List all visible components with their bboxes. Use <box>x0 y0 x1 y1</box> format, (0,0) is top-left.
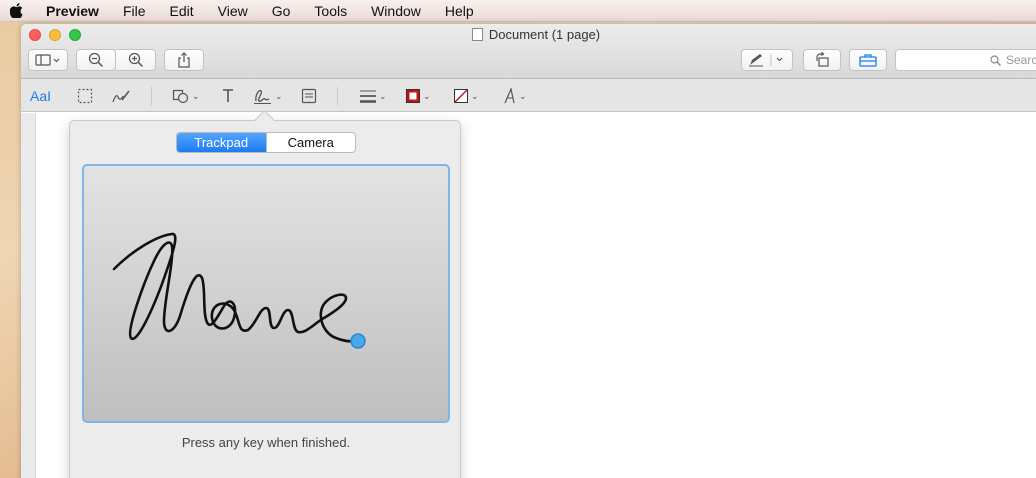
share-icon <box>178 52 190 68</box>
pen-icon <box>749 54 783 67</box>
zoom-in-icon <box>128 52 143 68</box>
rect-selection-tool[interactable] <box>77 86 93 106</box>
window-title: Document (1 page) <box>21 27 1036 42</box>
zoom-out-button[interactable] <box>76 49 116 71</box>
title-bar: Document (1 page) Searc <box>21 24 1036 79</box>
note-icon <box>301 88 317 104</box>
sketch-tool[interactable] <box>111 86 131 106</box>
signature-hint: Press any key when finished. <box>181 435 351 450</box>
rotate-icon <box>816 52 829 67</box>
tab-camera[interactable]: Camera <box>265 133 356 152</box>
line-style-tool[interactable]: ⌄ <box>359 86 387 106</box>
font-style-tool[interactable]: ⌄ <box>503 86 527 106</box>
signature-trackpad-area[interactable] <box>82 164 450 423</box>
toolbar-divider <box>151 87 152 105</box>
menu-go[interactable]: Go <box>260 0 303 22</box>
markup-toolbar-button[interactable] <box>849 49 887 71</box>
sidebar-icon <box>35 54 60 66</box>
tab-trackpad[interactable]: Trackpad <box>177 133 266 152</box>
text-selection-tool[interactable]: AaI <box>30 86 51 106</box>
sidebar-toggle-button[interactable] <box>28 49 68 71</box>
text-selection-label: AaI <box>30 88 52 104</box>
zoom-out-icon <box>88 52 104 68</box>
preview-window: Document (1 page) Searc AaI ⌄ ⌄ ⌄ ⌄ ⌄ ⌄ … <box>21 24 1036 478</box>
page-edge <box>21 113 36 478</box>
font-icon <box>504 88 515 104</box>
text-icon <box>223 89 233 102</box>
signature-icon <box>254 89 271 104</box>
fill-color-icon <box>454 89 468 103</box>
search-input[interactable]: Search <box>895 49 1036 71</box>
share-button[interactable] <box>164 49 204 71</box>
markup-pen-button[interactable] <box>741 49 793 71</box>
line-style-icon <box>360 90 376 103</box>
menu-app-name[interactable]: Preview <box>32 0 111 22</box>
toolbar-divider <box>337 87 338 105</box>
menu-edit[interactable]: Edit <box>158 0 206 22</box>
note-tool[interactable] <box>301 86 317 106</box>
signature-tool[interactable]: ⌄ <box>253 86 283 106</box>
menu-file[interactable]: File <box>111 0 158 22</box>
menu-view[interactable]: View <box>206 0 260 22</box>
border-color-icon <box>406 89 420 103</box>
toolbox-icon <box>859 54 877 67</box>
menu-tools[interactable]: Tools <box>302 0 359 22</box>
sketch-icon <box>112 90 130 103</box>
apple-menu-icon[interactable] <box>0 0 32 22</box>
chevron-down-icon: ⌄ <box>471 90 479 101</box>
chevron-down-icon: ⌄ <box>192 90 200 101</box>
document-icon <box>471 28 483 41</box>
pen-cursor-dot <box>350 333 366 349</box>
shapes-tool[interactable]: ⌄ <box>172 86 200 106</box>
menu-bar: Preview File Edit View Go Tools Window H… <box>0 0 1036 22</box>
markup-toolbar: AaI ⌄ ⌄ ⌄ ⌄ ⌄ ⌄ <box>21 79 1036 112</box>
zoom-in-button[interactable] <box>116 49 156 71</box>
rotate-button[interactable] <box>803 49 841 71</box>
menu-window[interactable]: Window <box>359 0 433 22</box>
signature-popover: Trackpad Camera Press any key when finis… <box>69 120 461 478</box>
text-tool[interactable] <box>221 86 235 106</box>
menu-help[interactable]: Help <box>433 0 486 22</box>
rect-selection-icon <box>77 88 93 104</box>
search-icon <box>990 54 1001 66</box>
shapes-icon <box>172 89 189 104</box>
signature-drawing <box>112 232 366 349</box>
signature-source-selector: Trackpad Camera <box>176 132 356 153</box>
window-title-text: Document (1 page) <box>488 27 601 42</box>
chevron-down-icon: ⌄ <box>423 90 431 101</box>
chevron-down-icon: ⌄ <box>275 90 283 101</box>
border-color-tool[interactable]: ⌄ <box>405 86 431 106</box>
chevron-down-icon: ⌄ <box>379 90 387 101</box>
chevron-down-icon: ⌄ <box>519 90 527 101</box>
fill-color-tool[interactable]: ⌄ <box>453 86 479 106</box>
search-placeholder: Search <box>1005 53 1036 67</box>
